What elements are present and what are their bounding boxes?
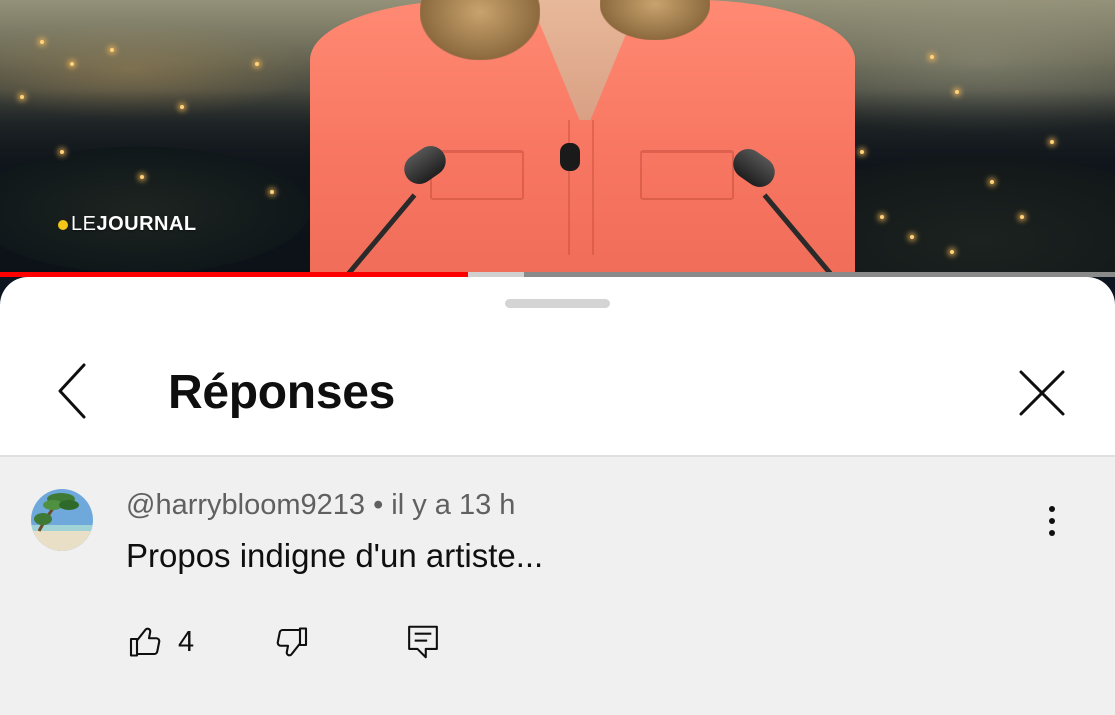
replies-sheet: Réponses @harrybloom9213 • il y a 13 h P… xyxy=(0,277,1115,715)
city-light xyxy=(60,150,64,154)
logo-main: JOURNAL xyxy=(96,213,197,235)
logo-dot-icon xyxy=(58,219,68,230)
city-light xyxy=(255,62,259,66)
city-light xyxy=(990,180,994,184)
like-count: 4 xyxy=(178,626,195,658)
city-light xyxy=(70,62,74,66)
sheet-header: Réponses xyxy=(0,327,1115,453)
city-light xyxy=(950,250,954,254)
city-light xyxy=(955,90,959,94)
sheet-drag-handle[interactable] xyxy=(505,299,610,308)
more-options-button[interactable] xyxy=(1032,501,1072,541)
comment-text: Propos indigne d'un artiste... xyxy=(126,537,544,574)
logo-prefix: LE xyxy=(71,213,97,235)
video-player[interactable]: LE JOURNAL xyxy=(0,0,1115,276)
close-button[interactable] xyxy=(1012,363,1072,423)
meta-separator: • xyxy=(373,489,384,521)
city-light xyxy=(1020,215,1024,219)
highlighted-comment: @harrybloom9213 • il y a 13 h Propos ind… xyxy=(0,457,1115,715)
presenter-hair xyxy=(600,0,710,40)
city-light xyxy=(910,235,914,239)
reply-icon xyxy=(408,625,438,659)
city-light xyxy=(20,95,24,99)
dislike-button[interactable] xyxy=(271,622,311,662)
city-light xyxy=(1050,140,1054,144)
close-icon xyxy=(1019,370,1065,416)
sheet-title: Réponses xyxy=(168,366,396,419)
blouse-pocket xyxy=(640,150,734,200)
city-light xyxy=(110,48,114,52)
back-button[interactable] xyxy=(46,361,98,421)
presenter xyxy=(300,0,860,276)
chevron-left-icon xyxy=(58,363,86,419)
avatar[interactable] xyxy=(31,489,93,551)
city-light xyxy=(880,215,884,219)
city-light xyxy=(270,190,274,194)
avatar-image xyxy=(31,489,93,551)
comment-time: il y a 13 h xyxy=(391,489,516,521)
thumbs-up-icon xyxy=(129,627,161,657)
channel-logo: LE JOURNAL xyxy=(58,213,197,236)
more-vert-icon xyxy=(1049,506,1055,536)
presenter-hair xyxy=(420,0,540,60)
reply-button[interactable] xyxy=(403,622,443,662)
city-light xyxy=(860,150,864,154)
thumbs-down-icon xyxy=(276,627,308,657)
comment-meta: @harrybloom9213 • il y a 13 h xyxy=(126,489,515,522)
city-light xyxy=(930,55,934,59)
lavalier-microphone xyxy=(560,143,580,171)
like-button[interactable] xyxy=(126,622,166,662)
blouse-placket xyxy=(568,120,594,255)
comment-author[interactable]: @harrybloom9213 xyxy=(126,489,365,521)
city-light xyxy=(40,40,44,44)
city-light xyxy=(180,105,184,109)
city-light xyxy=(140,175,144,179)
